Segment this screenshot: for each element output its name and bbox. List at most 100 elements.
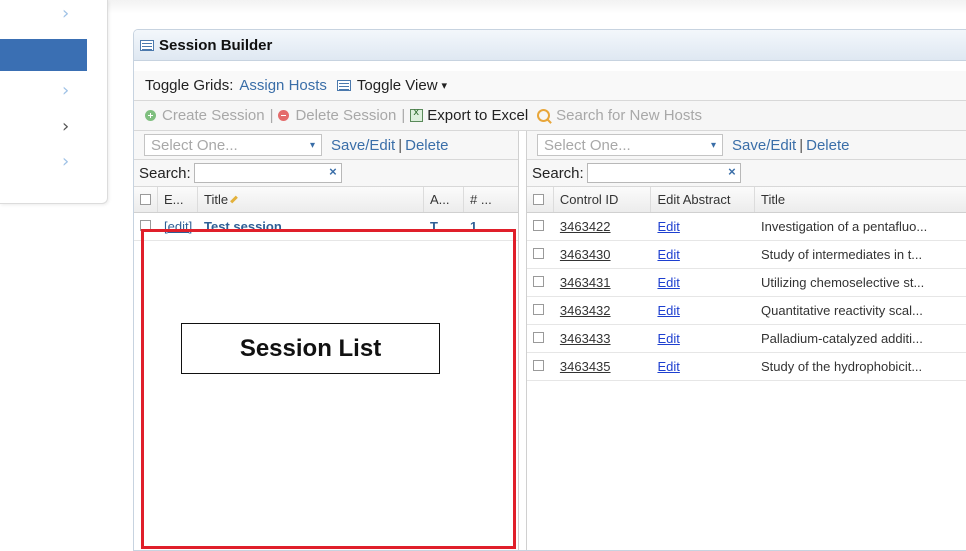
column-title-label: Title — [204, 192, 229, 207]
select-all-checkbox[interactable] — [533, 194, 544, 205]
grid-toolbar: Toggle Grids: Assign Hosts Toggle View ▾ — [134, 71, 966, 101]
assign-hosts-link[interactable]: Assign Hosts — [239, 77, 327, 94]
chevron-right-icon[interactable]: › — [62, 153, 69, 171]
abstract-title: Study of intermediates in t... — [761, 247, 923, 262]
left-search-row: Search: × — [134, 160, 518, 187]
separator: | — [401, 107, 406, 124]
abstract-title: Investigation of a pentafluo... — [761, 219, 928, 234]
right-select-row: Select One... ▾ Save/Edit | Delete — [527, 131, 966, 160]
save-edit-link[interactable]: Save/Edit — [331, 137, 395, 154]
abstract-rows: 3463422 Edit Investigation of a pentafluo.… — [527, 213, 966, 381]
delete-session-button[interactable]: Delete Session — [295, 107, 396, 124]
save-edit-link[interactable]: Save/Edit — [732, 137, 796, 154]
column-header-control-id[interactable]: Control ID — [554, 187, 652, 212]
control-id-link[interactable]: 3463433 — [560, 331, 611, 346]
row-checkbox[interactable] — [533, 360, 544, 371]
table-row[interactable]: 3463422 Edit Investigation of a pentafluo.… — [527, 213, 966, 241]
separator: | — [398, 136, 403, 154]
add-circle-icon — [145, 110, 156, 121]
chevron-down-icon: ▾ — [309, 139, 315, 151]
grid-icon — [336, 80, 351, 91]
excel-icon — [410, 107, 424, 122]
search-label: Search: — [139, 164, 191, 182]
action-toolbar: Create Session | Delete Session | Export… — [134, 101, 966, 131]
edit-abstract-link[interactable]: Edit — [657, 359, 679, 374]
abstract-title: Palladium-catalyzed additi... — [761, 331, 923, 346]
panel-title: Session Builder — [159, 36, 273, 54]
column-header-edit-abstract[interactable]: Edit Abstract — [651, 187, 756, 212]
chevron-right-icon[interactable]: › — [62, 82, 69, 100]
abstract-select[interactable]: Select One... ▾ — [537, 134, 723, 156]
search-icon — [537, 109, 551, 122]
search-input[interactable]: × — [586, 163, 741, 183]
edit-abstract-link[interactable]: Edit — [657, 331, 679, 346]
abstract-title: Utilizing chemoselective st... — [761, 275, 925, 290]
pencil-icon — [230, 195, 238, 204]
chevron-down-icon: ▾ — [710, 139, 716, 151]
abstract-title: Quantitative reactivity scal... — [761, 303, 923, 318]
export-excel-button[interactable]: Export to Excel — [427, 107, 528, 124]
select-placeholder: Select One... — [151, 136, 238, 154]
column-header-title[interactable]: Title — [198, 187, 424, 212]
remove-circle-icon — [278, 110, 290, 121]
table-row[interactable]: 3463431 Edit Utilizing chemoselective st..… — [527, 269, 966, 297]
grid-icon — [140, 39, 154, 51]
separator: | — [269, 107, 274, 124]
row-checkbox-cell — [527, 219, 554, 234]
row-checkbox[interactable] — [533, 220, 544, 231]
create-session-button[interactable]: Create Session — [162, 107, 265, 124]
control-id-link[interactable]: 3463435 — [560, 359, 611, 374]
row-checkbox-cell — [527, 359, 554, 374]
chevron-right-icon[interactable]: › — [62, 5, 69, 23]
edit-abstract-link[interactable]: Edit — [657, 219, 679, 234]
clear-icon[interactable]: × — [329, 164, 337, 179]
select-all-cell — [134, 187, 158, 212]
right-search-row: Search: × — [527, 160, 966, 187]
select-placeholder: Select One... — [544, 136, 631, 154]
edit-abstract-link[interactable]: Edit — [657, 247, 679, 262]
table-row[interactable]: 3463435 Edit Study of the hydrophobicit... — [527, 353, 966, 381]
toggle-grids-label: Toggle Grids: — [145, 77, 234, 94]
sidebar-item-active[interactable] — [0, 39, 87, 71]
session-select[interactable]: Select One... ▾ — [144, 134, 322, 156]
search-label: Search: — [532, 164, 584, 182]
control-id-link[interactable]: 3463422 — [560, 219, 611, 234]
table-row[interactable]: 3463430 Edit Study of intermediates in t..… — [527, 241, 966, 269]
row-checkbox[interactable] — [533, 276, 544, 287]
search-new-hosts-button[interactable]: Search for New Hosts — [556, 107, 702, 124]
clear-icon[interactable]: × — [728, 164, 736, 179]
delete-link[interactable]: Delete — [405, 137, 448, 154]
table-row[interactable]: 3463432 Edit Quantitative reactivity scal.… — [527, 297, 966, 325]
highlight-frame — [141, 229, 516, 549]
row-checkbox-cell — [527, 247, 554, 262]
row-checkbox[interactable] — [533, 304, 544, 315]
left-select-row: Select One... ▾ Save/Edit | Delete — [134, 131, 518, 160]
delete-link[interactable]: Delete — [806, 137, 849, 154]
row-checkbox[interactable] — [533, 248, 544, 259]
select-all-checkbox[interactable] — [140, 194, 151, 205]
grid-header: E... Title A... # ... — [134, 187, 518, 213]
caret-down-icon[interactable]: ▾ — [442, 79, 448, 92]
abstract-title: Study of the hydrophobicit... — [761, 359, 923, 374]
table-row[interactable]: 3463433 Edit Palladium-catalyzed additi... — [527, 325, 966, 353]
row-checkbox-cell — [527, 275, 554, 290]
column-header-a[interactable]: A... — [424, 187, 464, 212]
column-header-count[interactable]: # ... — [464, 187, 518, 212]
top-shadow — [107, 0, 966, 14]
row-checkbox[interactable] — [533, 332, 544, 343]
chevron-right-icon[interactable]: › — [62, 118, 69, 136]
column-header-edit[interactable]: E... — [158, 187, 198, 212]
row-checkbox-cell — [527, 331, 554, 346]
sidebar: › › › › — [0, 0, 108, 204]
edit-abstract-link[interactable]: Edit — [657, 275, 679, 290]
control-id-link[interactable]: 3463431 — [560, 275, 611, 290]
toggle-view-button[interactable]: Toggle View — [357, 77, 438, 94]
select-all-cell — [527, 187, 554, 212]
control-id-link[interactable]: 3463432 — [560, 303, 611, 318]
edit-abstract-link[interactable]: Edit — [657, 303, 679, 318]
column-header-title[interactable]: Title — [755, 187, 966, 212]
panel-header: Session Builder — [134, 30, 966, 61]
control-id-link[interactable]: 3463430 — [560, 247, 611, 262]
search-input[interactable]: × — [193, 163, 342, 183]
session-list-callout: Session List — [181, 323, 440, 374]
